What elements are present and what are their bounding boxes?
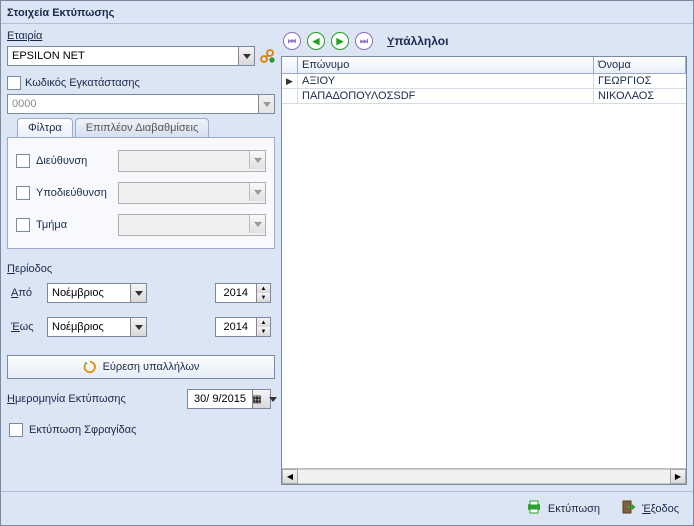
filter-tabs: Φίλτρα Επιπλέον Διαβαθμίσεις Διεύθυνση: [7, 118, 275, 249]
company-combo[interactable]: [7, 46, 255, 66]
printer-icon: [526, 500, 542, 517]
department-dropdown-button[interactable]: [249, 215, 265, 233]
seal-row: Εκτύπωση Σφραγίδας: [7, 423, 275, 437]
department-label: Τμήμα: [36, 219, 112, 231]
employees-grid: Επώνυμο Όνομα ▶ ΑΞΙΟΥ ΓΕΩΡΓΙΟΣ ΠΑΠΑΔΟΠΟΥ…: [281, 56, 687, 485]
main-area: Εταιρία Κωδικός Εγκατάστασης: [1, 24, 693, 491]
chevron-down-icon: [254, 222, 262, 227]
address-dropdown-button[interactable]: [249, 151, 265, 169]
title-bar: Στοιχεία Εκτύπωσης: [1, 1, 693, 24]
seal-checkbox[interactable]: [9, 423, 23, 437]
col-surname[interactable]: Επώνυμο: [298, 57, 594, 73]
print-dialog: Στοιχεία Εκτύπωσης Εταιρία Κωδικός Εγκατ…: [0, 0, 694, 526]
tab-filters[interactable]: Φίλτρα: [17, 118, 73, 137]
address-combo[interactable]: [118, 150, 266, 172]
department-combo[interactable]: [118, 214, 266, 236]
to-year-spinner[interactable]: 2014 ▲ ▼: [215, 317, 271, 337]
period-group: Από Νοέμβριος 2014 ▲ ▼ Έως: [7, 283, 275, 337]
horizontal-scrollbar[interactable]: ◀ ▶: [282, 468, 686, 484]
chevron-down-icon: [263, 102, 271, 107]
chevron-down-icon: [243, 54, 251, 59]
install-code-checkbox[interactable]: [7, 76, 21, 90]
to-label: Έως: [11, 321, 39, 333]
right-panel: ⏮ ◀ ▶ ⏭ Υπάλληλοι Επώνυμο Όνομα ▶ ΑΞΙΟΥ …: [281, 30, 687, 485]
company-dropdown-button[interactable]: [238, 47, 254, 65]
subaddress-checkbox[interactable]: [16, 186, 30, 200]
install-code-dropdown-button[interactable]: [258, 95, 274, 113]
filters-panel: Διεύθυνση Υποδιεύθυνση: [7, 137, 275, 249]
left-panel: Εταιρία Κωδικός Εγκατάστασης: [7, 30, 275, 485]
grid-nav: ⏮ ◀ ▶ ⏭ Υπάλληλοι: [281, 30, 687, 56]
exit-button[interactable]: Έξοδος: [622, 500, 679, 517]
install-code-row: Κωδικός Εγκατάστασης: [7, 76, 275, 90]
seal-label: Εκτύπωση Σφραγίδας: [29, 424, 136, 436]
subaddress-label: Υποδιεύθυνση: [36, 187, 112, 199]
calendar-dropdown[interactable]: ▦: [252, 390, 270, 408]
to-month-dropdown[interactable]: [130, 318, 146, 336]
company-label: Εταιρία: [7, 30, 275, 42]
print-button[interactable]: Εκτύπωση: [526, 500, 600, 517]
link-icon[interactable]: [259, 48, 275, 64]
nav-next-button[interactable]: ▶: [331, 32, 349, 50]
window-title: Στοιχεία Εκτύπωσης: [7, 7, 114, 19]
company-row: [7, 46, 275, 66]
from-year-up[interactable]: ▲: [256, 284, 270, 293]
print-date-picker[interactable]: 30/ 9/2015 ▦: [187, 389, 271, 409]
grid-header: Επώνυμο Όνομα: [282, 57, 686, 74]
exit-icon: [622, 500, 636, 517]
chevron-down-icon: [269, 397, 277, 402]
scroll-track[interactable]: [298, 469, 670, 484]
chevron-down-icon: [135, 325, 143, 330]
to-year-up[interactable]: ▲: [256, 318, 270, 327]
install-code-label: Κωδικός Εγκατάστασης: [25, 77, 140, 89]
from-label: Από: [11, 287, 39, 299]
install-code-combo[interactable]: [7, 94, 275, 114]
tab-extra[interactable]: Επιπλέον Διαβαθμίσεις: [75, 118, 210, 137]
chevron-down-icon: [135, 291, 143, 296]
table-row[interactable]: ΠΑΠΑΔΟΠΟΥΛΟΣSDF ΝΙΚΟΛΑΟΣ: [282, 89, 686, 104]
table-row[interactable]: ▶ ΑΞΙΟΥ ΓΕΩΡΓΙΟΣ: [282, 74, 686, 89]
scroll-right-button[interactable]: ▶: [670, 469, 686, 484]
install-code-input[interactable]: [8, 95, 258, 113]
address-checkbox[interactable]: [16, 154, 30, 168]
find-employees-button[interactable]: Εύρεση υπαλλήλων: [7, 355, 275, 379]
to-year-down[interactable]: ▼: [256, 327, 270, 336]
row-indicator-icon: [282, 89, 298, 103]
nav-prev-button[interactable]: ◀: [307, 32, 325, 50]
scroll-left-button[interactable]: ◀: [282, 469, 298, 484]
col-name[interactable]: Όνομα: [594, 57, 686, 73]
grid-header-indicator: [282, 57, 298, 73]
address-label: Διεύθυνση: [36, 155, 112, 167]
nav-first-button[interactable]: ⏮: [283, 32, 301, 50]
period-label: Περίοδος: [7, 263, 275, 275]
calendar-icon: ▦: [246, 394, 267, 405]
from-month-dropdown[interactable]: [130, 284, 146, 302]
print-date-row: Ημερομηνία Εκτύπωσης 30/ 9/2015 ▦: [7, 389, 275, 409]
subaddress-dropdown-button[interactable]: [249, 183, 265, 201]
nav-last-button[interactable]: ⏭: [355, 32, 373, 50]
chevron-down-icon: [254, 190, 262, 195]
department-checkbox[interactable]: [16, 218, 30, 232]
from-month-combo[interactable]: Νοέμβριος: [47, 283, 147, 303]
print-date-label: Ημερομηνία Εκτύπωσης: [7, 393, 126, 405]
chevron-down-icon: [254, 158, 262, 163]
from-year-down[interactable]: ▼: [256, 293, 270, 302]
row-indicator-icon: ▶: [282, 74, 298, 88]
employees-title: Υπάλληλοι: [387, 34, 448, 48]
to-month-combo[interactable]: Νοέμβριος: [47, 317, 147, 337]
company-input[interactable]: [8, 47, 238, 65]
refresh-icon: [83, 360, 97, 374]
subaddress-combo[interactable]: [118, 182, 266, 204]
from-year-spinner[interactable]: 2014 ▲ ▼: [215, 283, 271, 303]
grid-body: ▶ ΑΞΙΟΥ ΓΕΩΡΓΙΟΣ ΠΑΠΑΔΟΠΟΥΛΟΣSDF ΝΙΚΟΛΑΟ…: [282, 74, 686, 468]
footer: Εκτύπωση Έξοδος: [1, 491, 693, 525]
